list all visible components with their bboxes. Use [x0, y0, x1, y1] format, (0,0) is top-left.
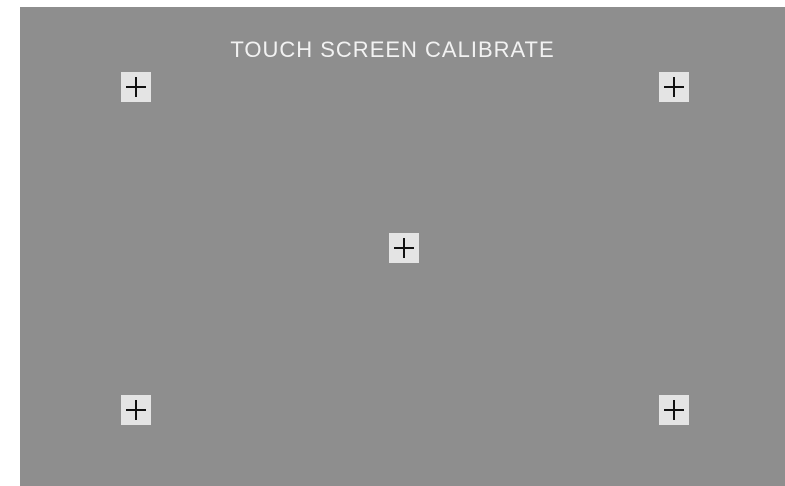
calibration-title: TOUCH SCREEN CALIBRATE: [230, 37, 555, 62]
calibration-target-top-right[interactable]: [659, 72, 689, 102]
calibration-target-bottom-right[interactable]: [659, 395, 689, 425]
calibration-target-top-left[interactable]: [121, 72, 151, 102]
calibration-target-bottom-left[interactable]: [121, 395, 151, 425]
calibration-screen: TOUCH SCREEN CALIBRATE: [20, 7, 785, 486]
calibration-target-center[interactable]: [389, 233, 419, 263]
